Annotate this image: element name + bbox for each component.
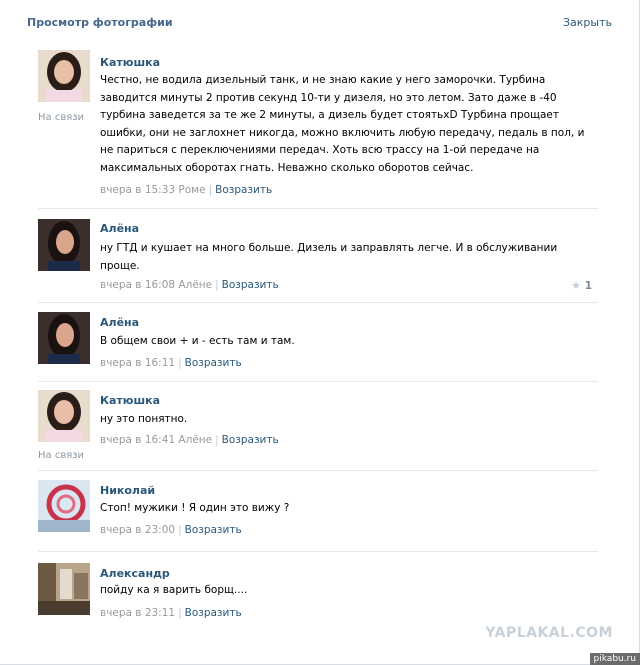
divider <box>38 302 598 303</box>
comment-meta: вчера в 16:08 Алёне | Возразить <box>100 279 279 291</box>
corner-watermark: pikabu.ru <box>589 653 640 665</box>
comment-text: ну это понятно. <box>100 413 188 425</box>
reply-button[interactable]: Возразить <box>222 434 279 446</box>
reply-button[interactable]: Возразить <box>215 184 272 196</box>
comment-text: В общем свои + и - есть там и там. <box>100 335 295 347</box>
divider <box>38 470 598 471</box>
comment-meta: вчера в 23:11 | Возразить <box>100 607 242 619</box>
avatar[interactable] <box>38 390 90 442</box>
divider <box>38 208 598 209</box>
avatar[interactable] <box>38 50 90 102</box>
reply-button[interactable]: Возразить <box>222 279 279 291</box>
comment-time[interactable]: вчера в 15:33 <box>100 184 175 196</box>
author-name[interactable]: Алёна <box>100 316 139 329</box>
watermark: YAPLAKAL.COM <box>485 625 613 641</box>
author-name[interactable]: Катюшка <box>100 56 160 69</box>
comment-time[interactable]: вчера в 23:11 <box>100 607 175 619</box>
like-button[interactable]: ★ 1 <box>571 279 592 292</box>
avatar[interactable] <box>38 312 90 364</box>
online-status: На связи <box>38 450 85 461</box>
close-button[interactable]: Закрыть <box>563 16 612 29</box>
comment-meta: вчера в 15:33 Роме | Возразить <box>100 184 273 196</box>
comment-text: ну ГТД и кушает на много больше. Дизель … <box>100 242 558 272</box>
star-icon: ★ <box>571 279 582 292</box>
comment-meta: вчера в 23:00 | Возразить <box>100 524 242 536</box>
comment-meta: вчера в 16:41 Алёне | Возразить <box>100 434 279 446</box>
author-name[interactable]: Александр <box>100 567 170 580</box>
comment-text: Стоп! мужики ! Я один это вижу ? <box>100 502 290 514</box>
reply-button[interactable]: Возразить <box>185 524 242 536</box>
reply-to[interactable]: Алёне <box>178 279 212 291</box>
author-name[interactable]: Николай <box>100 484 155 497</box>
comment-text: Честно, не водила дизельный танк, и не з… <box>100 74 585 174</box>
reply-button[interactable]: Возразить <box>185 357 242 369</box>
comment-time[interactable]: вчера в 16:08 <box>100 279 175 291</box>
comment-time[interactable]: вчера в 23:00 <box>100 524 175 536</box>
author-name[interactable]: Алёна <box>100 222 139 235</box>
avatar[interactable] <box>38 219 90 271</box>
avatar[interactable] <box>38 480 90 532</box>
reply-to[interactable]: Роме <box>178 184 205 196</box>
divider <box>38 381 598 382</box>
online-status: На связи <box>38 112 85 123</box>
reply-to[interactable]: Алёне <box>178 434 212 446</box>
author-name[interactable]: Катюшка <box>100 394 160 407</box>
header: Просмотр фотографии Закрыть <box>0 0 639 44</box>
comment-meta: вчера в 16:11 | Возразить <box>100 357 242 369</box>
like-count: 1 <box>584 280 592 292</box>
comment-time[interactable]: вчера в 16:11 <box>100 357 175 369</box>
reply-button[interactable]: Возразить <box>185 607 242 619</box>
divider <box>38 551 598 552</box>
page-title: Просмотр фотографии <box>27 16 173 29</box>
comment-text: пойду ка я варить борщ.... <box>100 584 248 596</box>
comment-time[interactable]: вчера в 16:41 <box>100 434 175 446</box>
avatar[interactable] <box>38 563 90 615</box>
